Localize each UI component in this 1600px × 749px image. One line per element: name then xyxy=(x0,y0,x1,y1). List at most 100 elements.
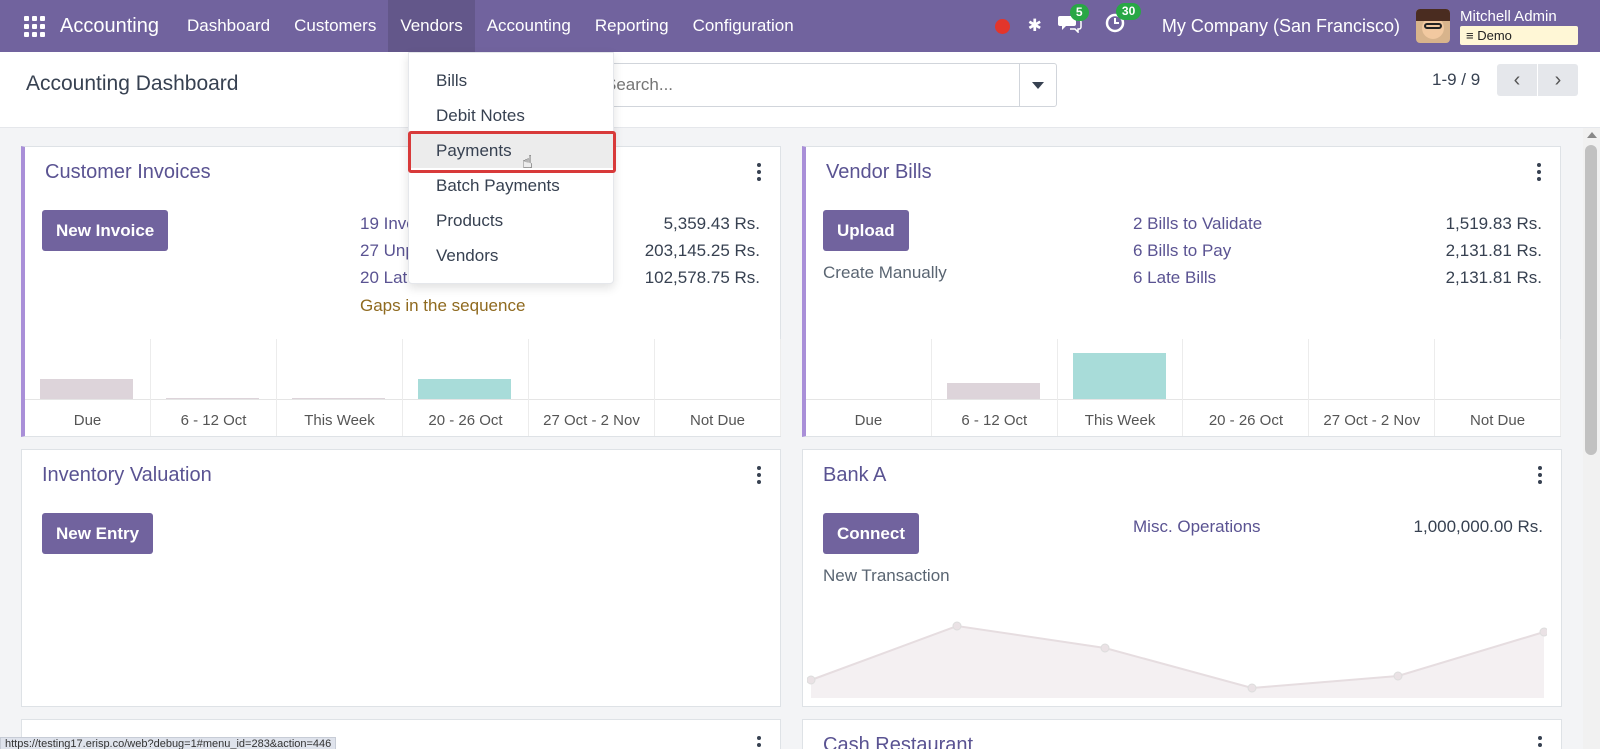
chart-tick-label: 20 - 26 Oct xyxy=(1208,412,1284,429)
top-navbar: Accounting Dashboard Customers Vendors A… xyxy=(0,0,1600,52)
database-tag: ≡ Demo xyxy=(1460,25,1578,45)
chart-bar[interactable] xyxy=(40,379,133,399)
customer-invoices-card: Customer Invoices New Invoice 19 Invoice… xyxy=(21,146,781,437)
menu-accounting[interactable]: Accounting xyxy=(475,0,583,52)
chart-column[interactable]: Due xyxy=(25,339,151,436)
app-brand[interactable]: Accounting xyxy=(60,15,159,38)
card-title[interactable]: Cash Restaurant xyxy=(823,734,973,749)
chart-column[interactable]: 6 - 12 Oct xyxy=(932,339,1058,436)
late-bills-link[interactable]: 6 Late Bills xyxy=(1133,268,1216,288)
chart-tick-label: This Week xyxy=(1084,412,1156,429)
bills-bar-chart[interactable]: Due 6 - 12 Oct This Week 20 - 26 Oct 27 Oct … xyxy=(806,339,1561,436)
menu-reporting[interactable]: Reporting xyxy=(583,0,681,52)
new-invoice-button[interactable]: New Invoice xyxy=(42,210,169,251)
search-options-toggle[interactable] xyxy=(1019,63,1057,107)
chart-tick-label: 6 - 12 Oct xyxy=(961,412,1028,429)
menu-dashboard[interactable]: Dashboard xyxy=(175,0,282,52)
stat-value: 5,359.43 Rs. xyxy=(663,214,760,233)
chart-column[interactable]: 20 - 26 Oct xyxy=(403,339,529,436)
chart-column[interactable]: Not Due xyxy=(1435,339,1561,436)
messages-badge: 5 xyxy=(1069,4,1089,21)
card-menu-icon[interactable] xyxy=(1536,163,1542,181)
new-transaction-link[interactable]: New Transaction xyxy=(823,566,950,586)
stat-value: 1,000,000.00 Rs. xyxy=(1413,517,1543,536)
search-box[interactable] xyxy=(600,63,1020,107)
chart-tick-label: This Week xyxy=(304,412,375,429)
cash-restaurant-card: Cash Restaurant xyxy=(802,719,1562,749)
scrollbar-thumb[interactable] xyxy=(1585,145,1597,455)
chart-tick-label: 20 - 26 Oct xyxy=(428,412,503,429)
gaps-in-sequence-link[interactable]: Gaps in the sequence xyxy=(360,296,525,316)
chart-column[interactable]: This Week xyxy=(1058,339,1184,436)
stat-value: 2,131.81 Rs. xyxy=(1445,241,1542,260)
chart-column[interactable]: 27 Oct - 2 Nov xyxy=(1309,339,1436,436)
pager-next-button[interactable]: › xyxy=(1538,64,1578,96)
search-input[interactable] xyxy=(601,64,1019,106)
bills-to-pay-link[interactable]: 6 Bills to Pay xyxy=(1133,241,1231,261)
bank-balance-line-chart[interactable] xyxy=(807,608,1547,698)
company-switcher[interactable]: My Company (San Francisco) xyxy=(1162,16,1400,37)
user-menu[interactable]: Mitchell Admin ≡ Demo xyxy=(1460,8,1578,45)
chevron-left-icon: ‹ xyxy=(1513,68,1521,91)
chart-column[interactable]: 27 Oct - 2 Nov xyxy=(529,339,655,436)
chart-column[interactable]: 6 - 12 Oct xyxy=(151,339,277,436)
chart-column[interactable]: This Week xyxy=(277,339,403,436)
menu-item-products[interactable]: Products xyxy=(410,203,614,238)
card-menu-icon[interactable] xyxy=(1537,466,1543,484)
chart-tick-label: 27 Oct - 2 Nov xyxy=(1323,412,1421,429)
card-menu-icon[interactable] xyxy=(756,466,762,484)
menu-item-vendors[interactable]: Vendors xyxy=(410,238,614,273)
menu-configuration[interactable]: Configuration xyxy=(681,0,806,52)
menu-item-debit-notes[interactable]: Debit Notes xyxy=(410,98,614,133)
invoices-bar-chart[interactable]: Due 6 - 12 Oct This Week 20 - 26 Oct 27 Oct … xyxy=(25,339,781,436)
user-name: Mitchell Admin xyxy=(1460,7,1557,25)
pager-previous-button[interactable]: ‹ xyxy=(1497,64,1537,96)
record-icon[interactable] xyxy=(994,18,1010,34)
chart-column[interactable]: 20 - 26 Oct xyxy=(1184,339,1310,436)
chart-bar[interactable] xyxy=(166,398,259,399)
chart-tick-label: 27 Oct - 2 Nov xyxy=(543,412,640,429)
menu-vendors[interactable]: Vendors xyxy=(388,0,475,52)
upload-button[interactable]: Upload xyxy=(823,210,909,251)
new-entry-button[interactable]: New Entry xyxy=(42,513,154,554)
messages-icon[interactable]: 5 xyxy=(1057,4,1089,39)
connect-button[interactable]: Connect xyxy=(823,513,919,554)
card-menu-icon[interactable] xyxy=(756,736,762,749)
bills-to-validate-link[interactable]: 2 Bills to Validate xyxy=(1133,214,1262,234)
user-avatar[interactable] xyxy=(1416,9,1450,43)
chart-bar[interactable] xyxy=(292,398,385,399)
database-name: Demo xyxy=(1477,27,1512,43)
chart-bar[interactable] xyxy=(418,379,511,399)
chart-column[interactable]: Not Due xyxy=(655,339,781,436)
vendor-bills-card: Vendor Bills Upload Create Manually 2 Bi… xyxy=(802,146,1561,437)
misc-operations-link[interactable]: Misc. Operations xyxy=(1133,517,1261,537)
payments-highlight-box xyxy=(408,131,616,173)
card-title[interactable]: Inventory Valuation xyxy=(42,464,212,487)
scroll-up-arrow-icon[interactable] xyxy=(1587,132,1597,138)
inventory-valuation-card: Inventory Valuation New Entry xyxy=(21,449,781,707)
chart-tick-label: Not Due xyxy=(689,412,746,429)
debug-bug-icon[interactable]: ✱ xyxy=(1028,16,1042,36)
app-grid-icon[interactable] xyxy=(23,15,45,37)
hand-cursor-icon: ☝ xyxy=(522,152,533,172)
chart-column[interactable]: Due xyxy=(806,339,932,436)
stat-value: 2,131.81 Rs. xyxy=(1445,268,1542,287)
card-title[interactable]: Customer Invoices xyxy=(45,161,211,184)
card-menu-icon[interactable] xyxy=(756,163,762,181)
pager-value[interactable]: 1-9 / 9 xyxy=(1432,66,1480,94)
chart-bar[interactable] xyxy=(1072,353,1166,399)
chart-bar[interactable] xyxy=(946,383,1040,399)
control-panel: Accounting Dashboard 1-9 / 9 ‹ › xyxy=(0,52,1600,128)
stat-value: 102,578.75 Rs. xyxy=(644,268,760,287)
menu-customers[interactable]: Customers xyxy=(282,0,388,52)
chart-tick-label: Due xyxy=(73,412,102,429)
card-title[interactable]: Bank A xyxy=(823,464,886,487)
card-title[interactable]: Vendor Bills xyxy=(826,161,932,184)
menu-item-bills[interactable]: Bills xyxy=(410,63,614,98)
stat-value: 203,145.25 Rs. xyxy=(644,241,760,260)
menu-item-batch-payments[interactable]: Batch Payments xyxy=(410,168,614,203)
activities-clock-icon[interactable]: 30 xyxy=(1104,3,1142,40)
stat-value: 1,519.83 Rs. xyxy=(1445,214,1542,233)
card-menu-icon[interactable] xyxy=(1537,736,1543,749)
create-manually-link[interactable]: Create Manually xyxy=(823,263,947,283)
